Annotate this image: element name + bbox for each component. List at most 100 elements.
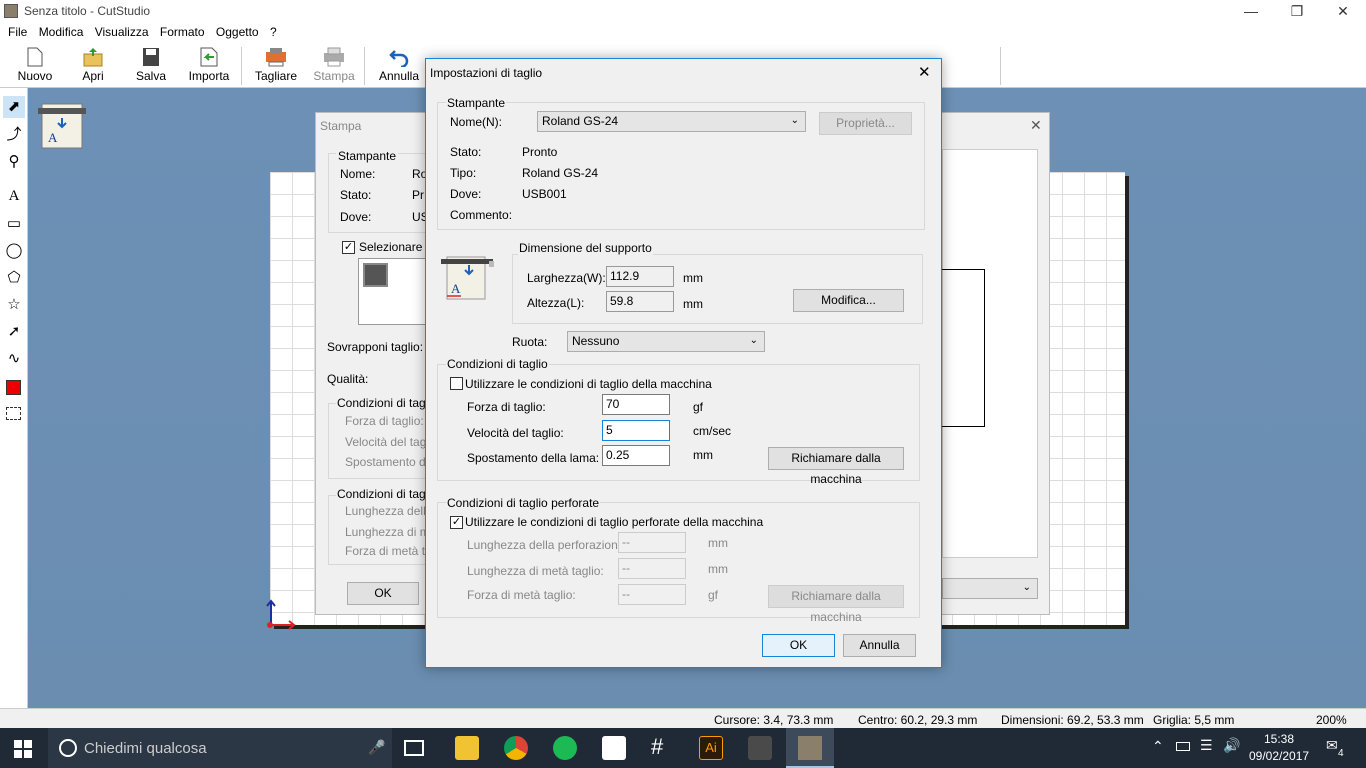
lung-perf-input[interactable]: -- xyxy=(618,532,686,553)
chrome-icon[interactable] xyxy=(504,736,528,760)
stato-value: Pronto xyxy=(522,145,558,159)
lung-meta-input[interactable]: -- xyxy=(618,558,686,579)
print-stampante-label: Stampante xyxy=(336,149,399,163)
apri-button[interactable]: Apri xyxy=(72,43,114,87)
curve-tool-icon[interactable]: ∿ xyxy=(3,348,25,370)
ok-button[interactable]: OK xyxy=(762,634,835,657)
print-preview-thumbnail xyxy=(363,263,388,287)
microphone-icon[interactable]: 🎤 xyxy=(368,739,385,756)
forza-meta-input[interactable]: -- xyxy=(618,584,686,605)
utilizzare-perforate-label: Utilizzare le condizioni di taglio perfo… xyxy=(465,515,764,529)
menu-formato[interactable]: Formato xyxy=(156,23,209,39)
printer-select-value: Roland GS-24 xyxy=(542,114,619,128)
cut-settings-dialog: Impostazioni di taglio ✕ Stampante Nome(… xyxy=(425,58,942,668)
spotify-icon[interactable] xyxy=(553,736,577,760)
zoom-tool-icon[interactable]: ⚲ xyxy=(3,151,25,173)
print-condizioni2-label: Condizioni di taglio xyxy=(336,487,439,501)
modifica-button[interactable]: Modifica... xyxy=(793,289,904,312)
notification-icon[interactable]: ✉ xyxy=(1326,737,1338,754)
menu-oggetto[interactable]: Oggetto xyxy=(212,23,263,39)
utilizzare-macchina-label: Utilizzare le condizioni di taglio della… xyxy=(465,377,712,391)
forza-unit: gf xyxy=(693,400,704,414)
ellipse-tool-icon[interactable]: ◯ xyxy=(3,240,25,262)
cutter-media-thumbnail[interactable]: A xyxy=(38,98,92,150)
windows-start-icon[interactable] xyxy=(14,740,32,758)
dialog-close-icon[interactable]: ✕ xyxy=(918,63,931,81)
velocita-input[interactable]: 5 xyxy=(602,420,670,441)
menu-visualizza[interactable]: Visualizza xyxy=(91,23,153,39)
wifi-icon[interactable]: ☰ xyxy=(1200,737,1213,754)
select-tool-icon[interactable]: ⬈ xyxy=(3,96,25,118)
forza-label: Forza di taglio: xyxy=(467,400,546,414)
print-stato-label: Stato: xyxy=(340,188,372,202)
fill-color-icon[interactable] xyxy=(6,380,21,395)
commento-label: Commento: xyxy=(450,208,513,222)
polygon-tool-icon[interactable]: ⬠ xyxy=(3,267,25,289)
spostamento-input[interactable]: 0.25 xyxy=(602,445,670,466)
importa-button[interactable]: Importa xyxy=(184,43,234,87)
toolbar-separator xyxy=(241,47,242,85)
battery-icon[interactable] xyxy=(1176,742,1190,751)
inkscape-icon[interactable] xyxy=(748,736,772,760)
forza-input[interactable]: 70 xyxy=(602,394,670,415)
star-tool-icon[interactable]: ☆ xyxy=(3,294,25,316)
menu-help[interactable]: ? xyxy=(266,23,281,39)
restore-button[interactable]: ❐ xyxy=(1274,0,1320,23)
cutter-media-icon: A xyxy=(441,256,494,300)
search-box[interactable]: Chiedimi qualcosa 🎤 xyxy=(48,728,392,768)
print-select-checkbox[interactable]: ✓ xyxy=(342,241,355,254)
illustrator-icon[interactable]: Ai xyxy=(699,736,723,760)
printer-select[interactable]: Roland GS-24 ⌄ xyxy=(537,111,806,132)
text-tool-icon[interactable]: A xyxy=(3,185,25,207)
ruota-select[interactable]: Nessuno ⌄ xyxy=(567,331,765,352)
proprieta-button[interactable]: Proprietà... xyxy=(819,112,912,135)
undo-icon xyxy=(389,50,409,67)
larghezza-input[interactable]: 112.9 xyxy=(606,266,674,287)
altezza-input[interactable]: 59.8 xyxy=(606,291,674,312)
print-ok-button[interactable]: OK xyxy=(347,582,419,605)
altezza-unit: mm xyxy=(683,297,703,311)
close-button[interactable]: ✕ xyxy=(1320,0,1366,23)
stampa-button[interactable]: Stampa xyxy=(310,43,358,87)
chevron-up-icon[interactable]: ⌃ xyxy=(1152,738,1164,755)
volume-icon[interactable]: 🔊 xyxy=(1223,737,1240,754)
tipo-value: Roland GS-24 xyxy=(522,166,599,180)
tools-panel: ⬈ ⤴ ⚲ A ▭ ◯ ⬠ ☆ ➚ ∿ xyxy=(0,88,28,708)
menu-file[interactable]: File xyxy=(4,23,31,39)
nuovo-button[interactable]: Nuovo xyxy=(12,43,58,87)
cortana-icon xyxy=(59,739,77,757)
forza-meta-unit: gf xyxy=(708,588,719,602)
clock-date[interactable]: 09/02/2017 xyxy=(1249,749,1309,763)
minimize-button[interactable]: — xyxy=(1228,0,1274,23)
utilizzare-perforate-checkbox[interactable]: ✓ xyxy=(450,516,463,529)
utilizzare-macchina-checkbox[interactable] xyxy=(450,377,463,390)
forza-meta-label: Forza di metà taglio: xyxy=(467,588,576,602)
dimensione-group-label: Dimensione del supporto xyxy=(518,241,653,255)
richiamare-button[interactable]: Richiamare dalla macchina xyxy=(768,447,904,486)
printer-icon xyxy=(324,47,344,67)
file-explorer-icon[interactable] xyxy=(455,736,479,760)
tagliare-button[interactable]: Tagliare xyxy=(250,43,302,87)
rectangle-tool-icon[interactable]: ▭ xyxy=(3,213,25,235)
cutstudio-taskbar-icon[interactable] xyxy=(786,728,834,768)
cutter-icon xyxy=(266,48,286,67)
menu-modifica[interactable]: Modifica xyxy=(35,23,88,39)
annulla-button[interactable]: Annulla xyxy=(843,634,916,657)
toolbar-separator xyxy=(1000,47,1001,85)
save-icon xyxy=(143,48,159,66)
clock-time[interactable]: 15:38 xyxy=(1264,732,1294,746)
print-qualita-label: Qualità: xyxy=(327,372,369,386)
slack-icon[interactable]: # xyxy=(651,734,663,760)
node-edit-tool-icon[interactable]: ⤴ xyxy=(3,124,25,146)
marquee-tool-icon[interactable] xyxy=(6,407,21,420)
salva-button[interactable]: Salva xyxy=(130,43,172,87)
richiamare-perforate-button[interactable]: Richiamare dalla macchina xyxy=(768,585,904,624)
search-placeholder: Chiedimi qualcosa xyxy=(84,740,207,757)
print-dialog-close-icon[interactable]: ✕ xyxy=(1030,117,1042,134)
photos-icon[interactable] xyxy=(602,736,626,760)
annulla-button[interactable]: Annulla xyxy=(374,43,424,87)
polyline-tool-icon[interactable]: ➚ xyxy=(3,321,25,343)
print-dropdown[interactable]: ⌄ xyxy=(942,578,1038,599)
cutter-media-icon: A xyxy=(38,103,86,149)
task-view-icon[interactable] xyxy=(404,740,424,756)
